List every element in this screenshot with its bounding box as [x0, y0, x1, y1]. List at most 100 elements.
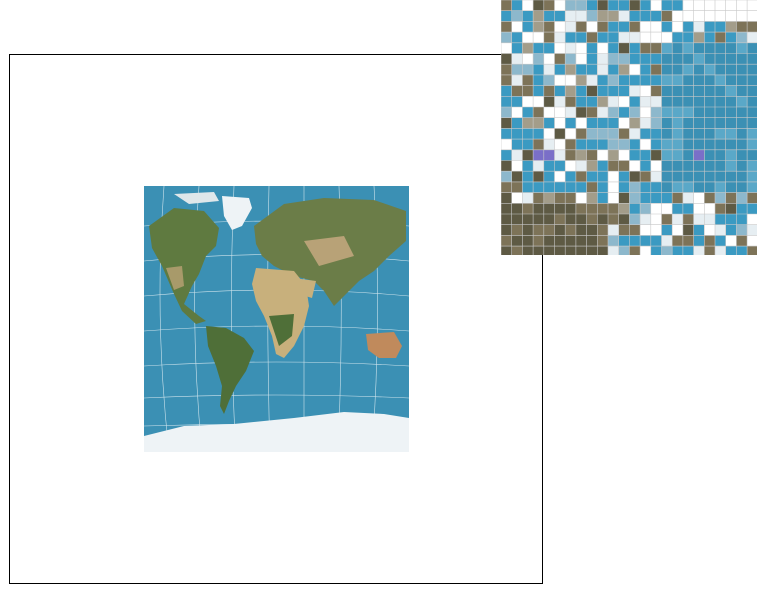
inset-pixel [522, 224, 534, 236]
inset-pixel [736, 96, 748, 107]
inset-pixel [501, 64, 512, 75]
inset-pixel [597, 160, 608, 172]
inset-pixel [575, 128, 587, 140]
inset-pixel [629, 74, 641, 86]
inset-pixel [629, 21, 641, 33]
inset-pixel [640, 149, 651, 161]
inset-pixel [575, 42, 587, 54]
inset-pixel [650, 149, 662, 161]
inset-pixel [618, 160, 630, 172]
inset-pixel [725, 235, 737, 247]
inset-pixel [522, 107, 534, 118]
inset-pixel [693, 128, 705, 140]
inset-pixel [672, 139, 683, 150]
inset-pixel [554, 128, 566, 140]
inset-pixel [736, 139, 748, 150]
inset-pixel [704, 85, 715, 97]
inset-pixel [565, 203, 576, 214]
inset-pixel [682, 139, 694, 150]
inset-pixel [554, 117, 566, 129]
inset-pixel [618, 214, 630, 225]
inset-pixel [543, 117, 555, 129]
inset-pixel [608, 235, 619, 247]
inset-pixel [704, 10, 715, 22]
inset-pixel [522, 181, 534, 193]
inset-pixel [704, 192, 715, 204]
inset-pixel [747, 0, 757, 11]
inset-pixel [650, 160, 662, 172]
inset-pixel [618, 32, 630, 43]
inset-pixel [661, 53, 673, 65]
inset-pixel [715, 32, 726, 43]
inset-pixel [682, 32, 694, 43]
inset-pixel [533, 74, 544, 86]
inset-pixel [704, 203, 715, 214]
inset-pixel [682, 224, 694, 236]
inset-pixel [586, 235, 598, 247]
inset-pixel [565, 42, 576, 54]
inset-pixel [597, 235, 608, 247]
inset-pixel [597, 214, 608, 225]
inset-pixel [704, 224, 715, 236]
inset-pixel [586, 10, 598, 22]
inset-pixel [565, 0, 576, 11]
inset-pixel [554, 107, 566, 118]
inset-pixel [704, 181, 715, 193]
inset-pixel [511, 171, 523, 182]
inset-pixel [522, 203, 534, 214]
inset-pixel [501, 214, 512, 225]
inset-pixel [501, 96, 512, 107]
inset-pixel [682, 181, 694, 193]
inset-pixel [693, 149, 705, 161]
inset-pixel [725, 74, 737, 86]
inset-pixel [586, 203, 598, 214]
inset-pixel [682, 149, 694, 161]
inset-pixel [575, 32, 587, 43]
inset-pixel [661, 117, 673, 129]
inset-pixel [747, 53, 757, 65]
inset-pixel [704, 74, 715, 86]
inset-pixel [736, 246, 748, 255]
inset-pixel [554, 224, 566, 236]
inset-pixel [511, 117, 523, 129]
inset-pixel [736, 107, 748, 118]
inset-pixel [533, 214, 544, 225]
inset-pixel [650, 246, 662, 255]
inset-pixel [640, 53, 651, 65]
inset-pixel [597, 128, 608, 140]
inset-pixel [565, 149, 576, 161]
inset-pixel [747, 96, 757, 107]
inset-pixel [511, 181, 523, 193]
inset-pixel [650, 42, 662, 54]
inset-pixel [586, 21, 598, 33]
inset-pixel [693, 107, 705, 118]
inset-pixel [618, 224, 630, 236]
inset-pixel [672, 117, 683, 129]
inset-pixel [597, 181, 608, 193]
inset-pixel [618, 181, 630, 193]
inset-pixel [747, 192, 757, 204]
inset-pixel [575, 96, 587, 107]
inset-pixel [618, 192, 630, 204]
inset-pixel [725, 117, 737, 129]
inset-pixel [650, 85, 662, 97]
inset-pixel [586, 107, 598, 118]
inset-pixel [511, 0, 523, 11]
inset-pixel [565, 246, 576, 255]
inset-pixel [533, 96, 544, 107]
inset-pixel [554, 235, 566, 247]
inset-pixel [725, 192, 737, 204]
inset-pixel [543, 64, 555, 75]
inset-pixel [597, 246, 608, 255]
inset-pixel [511, 160, 523, 172]
inset-pixel [565, 32, 576, 43]
inset-pixel [608, 160, 619, 172]
inset-pixel [693, 224, 705, 236]
inset-pixel [725, 107, 737, 118]
inset-pixel [725, 42, 737, 54]
inset-pixel [629, 117, 641, 129]
inset-pixel [650, 32, 662, 43]
inset-pixel [629, 181, 641, 193]
inset-pixel [682, 74, 694, 86]
inset-pixel [511, 107, 523, 118]
